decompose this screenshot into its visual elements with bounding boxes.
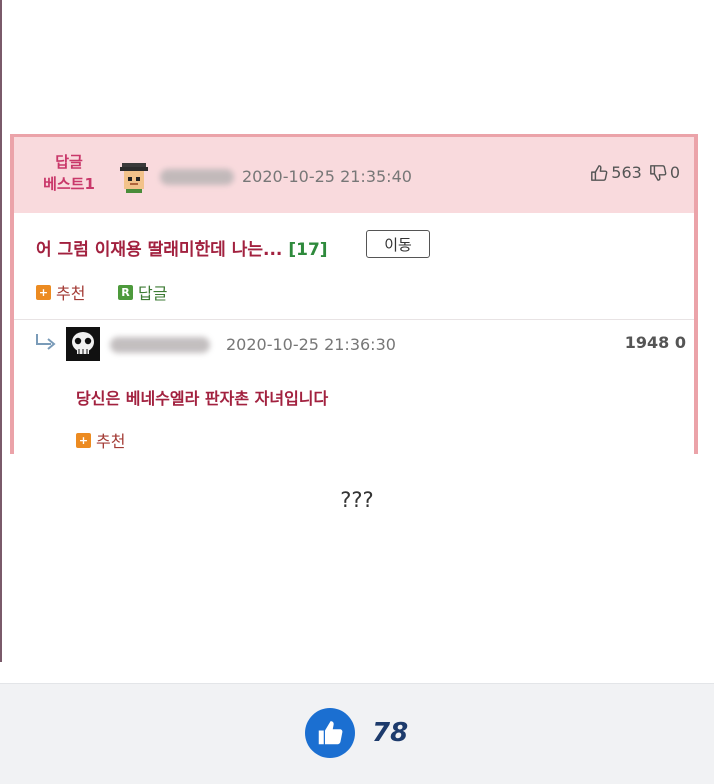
- plus-icon: +: [36, 284, 51, 300]
- post-title[interactable]: 어 그럼 이재용 딸래미한데 나는... [17]: [36, 235, 328, 260]
- reply-recommend-button[interactable]: + 추천: [76, 428, 125, 452]
- reply-date: 2020-10-25 21:36:30: [226, 335, 396, 354]
- reply-score: 1948 0: [624, 333, 686, 352]
- post-title-text: 어 그럼 이재용 딸래미한데 나는...: [36, 240, 283, 260]
- user-avatar-icon[interactable]: [118, 161, 150, 193]
- best-reply-badge: 답글 베스트1: [34, 151, 104, 195]
- blurred-username: [110, 337, 210, 353]
- best-label-line1: 답글: [55, 153, 83, 171]
- up-vote-count: 563: [611, 163, 642, 182]
- recommend-label: 추천: [56, 284, 86, 303]
- recommend-label: 추천: [96, 432, 126, 451]
- reply-r-icon: R: [118, 284, 133, 300]
- vote-counts: 563 0: [590, 163, 680, 182]
- down-vote-count: 0: [669, 163, 680, 182]
- reaction-bar: 78: [0, 683, 714, 784]
- thumbs-up-icon: [318, 721, 343, 745]
- comment-count: [17]: [288, 240, 328, 260]
- reply-arrow-icon: [36, 334, 56, 350]
- like-button[interactable]: [305, 708, 355, 758]
- best-label-line2: 베스트1: [43, 175, 95, 193]
- reply-button[interactable]: R 답글: [118, 280, 167, 304]
- thumbs-down-icon[interactable]: [649, 164, 667, 182]
- post-date: 2020-10-25 21:35:40: [242, 167, 412, 186]
- thumbs-up-icon[interactable]: [590, 164, 608, 182]
- blurred-username: [160, 169, 234, 185]
- plus-icon: +: [76, 432, 91, 448]
- best-reply-header: 답글 베스트1 2020-10-25 21:35:40 563 0: [14, 137, 694, 213]
- recommend-button[interactable]: + 추천: [36, 280, 85, 304]
- like-count: 78: [372, 718, 409, 748]
- reply-label: 답글: [138, 284, 168, 303]
- move-button[interactable]: 이동: [366, 230, 430, 258]
- skull-avatar-icon[interactable]: [66, 327, 100, 361]
- reply-text: 당신은 베네수엘라 판자촌 자녀입니다: [76, 389, 329, 408]
- left-edge-rule: [0, 0, 2, 662]
- divider: [14, 319, 694, 320]
- caption-text: ???: [340, 488, 374, 512]
- comment-card: 답글 베스트1 2020-10-25 21:35:40 563 0 어 그럼 이…: [10, 134, 698, 454]
